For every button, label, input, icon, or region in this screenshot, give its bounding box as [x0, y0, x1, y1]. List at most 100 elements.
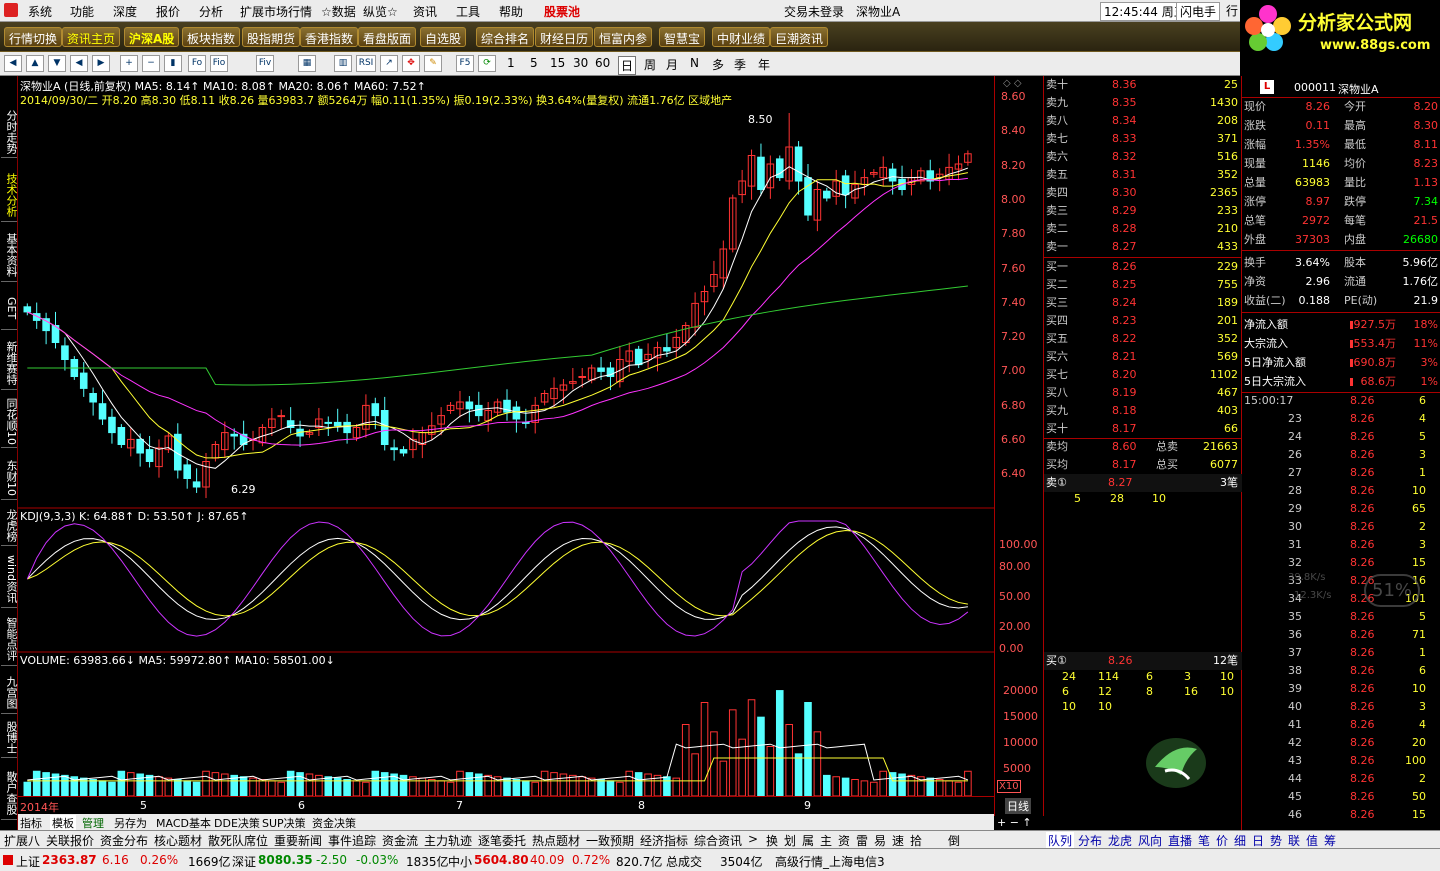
- bottom-tool-31[interactable]: 价: [1214, 832, 1230, 849]
- bottom-tool-14[interactable]: >: [746, 832, 760, 846]
- indicator-fio-icon[interactable]: Fio: [210, 55, 228, 72]
- buy-level-row[interactable]: 买九 8.18 403: [1044, 402, 1242, 420]
- flash-trade-button[interactable]: 闪电手: [1176, 2, 1221, 21]
- tab-hk-index[interactable]: 香港指数: [300, 27, 359, 47]
- buy-level-row[interactable]: 买八 8.19 467: [1044, 384, 1242, 402]
- itab-manage[interactable]: 管理: [82, 815, 104, 831]
- tab-quote-switch[interactable]: 行情切换: [4, 27, 63, 47]
- zoom-out-icon[interactable]: −: [142, 55, 160, 72]
- buy-level-row[interactable]: 买五 8.22 352: [1044, 330, 1242, 348]
- bottom-tool-34[interactable]: 势: [1268, 832, 1284, 849]
- bottom-tool-19[interactable]: 资: [836, 832, 852, 849]
- menu-stock-pool[interactable]: 股票池: [544, 3, 580, 20]
- period-month[interactable]: 月: [666, 56, 678, 73]
- vtab-ths10[interactable]: 同花顺10: [1, 396, 18, 448]
- sell-level-row[interactable]: 卖六 8.32 516: [1044, 148, 1242, 166]
- vtab-eastmoney10[interactable]: 东财10: [1, 456, 18, 500]
- right-arrow-icon[interactable]: ▶: [92, 55, 110, 72]
- sell-level-row[interactable]: 卖十 8.36 25: [1044, 76, 1242, 94]
- tab-cninfo[interactable]: 巨潮资讯: [770, 27, 829, 47]
- sell-level-row[interactable]: 卖二 8.28 210: [1044, 220, 1242, 238]
- period-n[interactable]: N: [690, 56, 699, 70]
- period-5min[interactable]: 5: [530, 56, 538, 70]
- period-1min[interactable]: 1: [507, 56, 515, 70]
- bottom-tool-20[interactable]: 雷: [854, 832, 870, 849]
- bottom-tool-18[interactable]: 主: [818, 832, 834, 849]
- bottom-tool-33[interactable]: 日: [1250, 832, 1266, 849]
- itab-indicator[interactable]: 指标: [20, 815, 42, 831]
- bottom-tool-24[interactable]: 倒: [946, 832, 962, 849]
- row-button[interactable]: 行: [1226, 2, 1238, 19]
- bottom-tool-36[interactable]: 值: [1304, 832, 1320, 849]
- bottom-tool-5[interactable]: 重要新闻: [272, 832, 324, 849]
- tab-self-select[interactable]: 自选股: [420, 27, 467, 47]
- period-30min[interactable]: 30: [573, 56, 588, 70]
- tab-watch-layout[interactable]: 看盘版面: [358, 27, 417, 47]
- period-quarter[interactable]: 季: [734, 56, 746, 73]
- pencil-icon[interactable]: ✎: [424, 55, 442, 72]
- buy-level-row[interactable]: 买十 8.17 66: [1044, 420, 1242, 438]
- bottom-tool-3[interactable]: 核心题材: [152, 832, 204, 849]
- bottom-tool-0[interactable]: 扩展八: [2, 832, 42, 849]
- period-day[interactable]: 日: [618, 56, 637, 75]
- bottom-tool-8[interactable]: 主力轨迹: [422, 832, 474, 849]
- menu-quote[interactable]: 报价: [156, 3, 180, 20]
- menu-system[interactable]: 系统: [28, 3, 52, 20]
- bottom-tool-1[interactable]: 关联报价: [44, 832, 96, 849]
- vtab-intraday[interactable]: 分时走势: [1, 106, 18, 158]
- vtab-wind[interactable]: wind资讯: [1, 552, 18, 608]
- bottom-tool-22[interactable]: 速: [890, 832, 906, 849]
- formula-icon[interactable]: F5: [456, 55, 474, 72]
- vtab-dragon-tiger[interactable]: 龙虎榜: [1, 506, 18, 546]
- bottom-tool-25[interactable]: 队列: [1046, 832, 1075, 849]
- left-arrow-icon[interactable]: ◀: [70, 55, 88, 72]
- bottom-tool-6[interactable]: 事件追踪: [326, 832, 378, 849]
- buy-level-row[interactable]: 买二 8.25 755: [1044, 276, 1242, 294]
- bottom-tool-35[interactable]: 联: [1286, 832, 1302, 849]
- indicator-fiv-icon[interactable]: Fiv: [256, 55, 274, 72]
- bottom-tool-17[interactable]: 属: [800, 832, 816, 849]
- move-icon[interactable]: ✥: [402, 55, 420, 72]
- period-60min[interactable]: 60: [595, 56, 610, 70]
- bottom-tool-11[interactable]: 一致预期: [584, 832, 636, 849]
- buy-level-row[interactable]: 买一 8.26 229: [1044, 258, 1242, 276]
- candle-chart-icon[interactable]: ▮: [164, 55, 182, 72]
- vtab-xinwei[interactable]: 新维赛特: [1, 336, 18, 390]
- bottom-tool-16[interactable]: 划: [782, 832, 798, 849]
- bottom-tool-29[interactable]: 直播: [1166, 832, 1194, 849]
- vtab-dr-stock[interactable]: 股博士: [1, 718, 18, 758]
- sell-level-row[interactable]: 卖四 8.30 2365: [1044, 184, 1242, 202]
- vtab-get[interactable]: GET: [1, 288, 18, 330]
- bottom-tool-21[interactable]: 易: [872, 832, 888, 849]
- tab-sector-index[interactable]: 板块指数: [182, 27, 241, 47]
- bottom-tool-27[interactable]: 龙虎: [1106, 832, 1134, 849]
- bottom-tool-26[interactable]: 分布: [1076, 832, 1104, 849]
- tab-insider[interactable]: 恒富内参: [594, 27, 653, 47]
- vtab-smart-review[interactable]: 智能点评: [1, 612, 18, 666]
- vtab-retail-check[interactable]: 散户查股: [1, 766, 18, 820]
- vtab-tech-analysis[interactable]: 技术分析: [1, 168, 18, 222]
- bottom-tool-15[interactable]: 换: [764, 832, 780, 849]
- bar-chart-icon[interactable]: ▥: [334, 55, 352, 72]
- bottom-tool-7[interactable]: 资金流: [380, 832, 420, 849]
- bottom-tool-4[interactable]: 散死队席位: [206, 832, 270, 849]
- buy-level-row[interactable]: 买七 8.20 1102: [1044, 366, 1242, 384]
- zoom-in-icon[interactable]: +: [120, 55, 138, 72]
- down-arrow-icon[interactable]: ▼: [48, 55, 66, 72]
- buy-level-row[interactable]: 买六 8.21 569: [1044, 348, 1242, 366]
- bottom-tool-28[interactable]: 风向: [1136, 832, 1164, 849]
- menu-overview[interactable]: 纵览☆: [363, 3, 398, 20]
- vtab-fundamentals[interactable]: 基本资料: [1, 228, 18, 282]
- refresh-icon[interactable]: ⟳: [478, 55, 496, 72]
- itab-template[interactable]: 模板: [50, 815, 76, 831]
- period-week[interactable]: 周: [644, 56, 656, 73]
- itab-dde[interactable]: DDE决策: [214, 815, 260, 831]
- sell-level-row[interactable]: 卖一 8.27 433: [1044, 238, 1242, 256]
- bottom-tool-30[interactable]: 笔: [1196, 832, 1212, 849]
- sell-level-row[interactable]: 卖八 8.34 208: [1044, 112, 1242, 130]
- kline-chart-area[interactable]: 深物业A (日线,前复权) MA5: 8.14↑ MA10: 8.08↑ MA2…: [18, 76, 994, 816]
- itab-macd[interactable]: MACD基本: [156, 815, 211, 831]
- period-multi[interactable]: 多: [712, 56, 724, 73]
- vtab-nine-grid[interactable]: 九宫图: [1, 672, 18, 714]
- bottom-tool-23[interactable]: 拾: [908, 832, 924, 849]
